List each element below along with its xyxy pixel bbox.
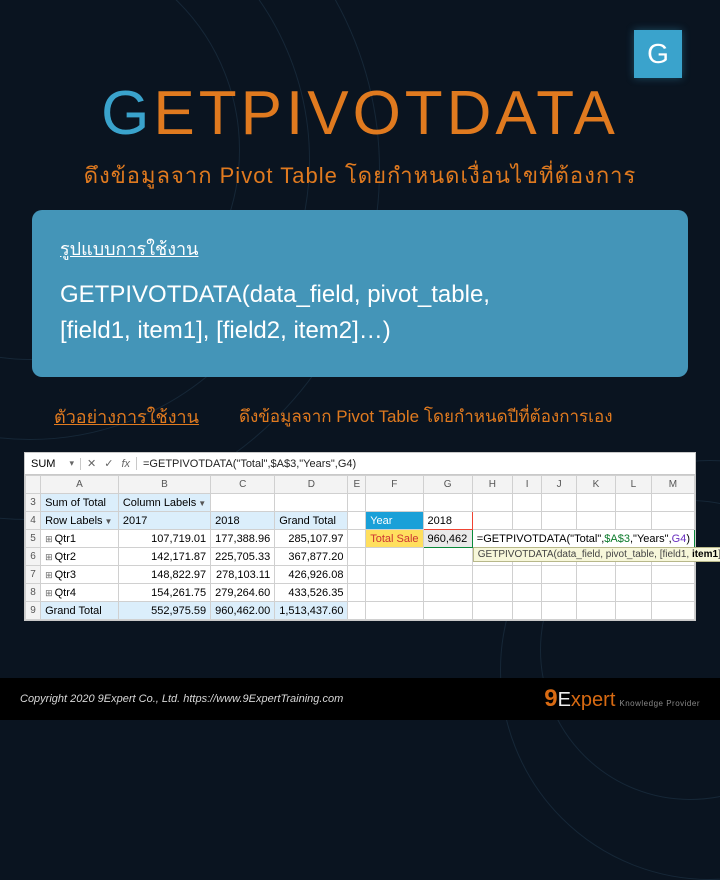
page-subtitle: ดึงข้อมูลจาก Pivot Table โดยกำหนดเงื่อนไ… [0, 158, 720, 193]
usage-label: รูปแบบการใช้งาน [60, 234, 660, 263]
excel-screenshot: SUM▾ ✕ ✓ fx =GETPIVOTDATA("Total",$A$3,"… [24, 452, 696, 621]
cancel-icon[interactable]: ✕ [87, 457, 96, 470]
title-accent: G [101, 79, 153, 148]
example-desc: ดึงข้อมูลจาก Pivot Table โดยกำหนดปีที่ต้… [239, 403, 613, 430]
name-box[interactable]: SUM▾ [25, 458, 81, 470]
logo-badge: G [634, 30, 682, 78]
example-label: ตัวอย่างการใช้งาน [54, 402, 199, 431]
footer: Copyright 2020 9Expert Co., Ltd. https:/… [0, 678, 720, 720]
enter-icon[interactable]: ✓ [104, 457, 113, 470]
usage-syntax: GETPIVOTDATA(data_field, pivot_table, [f… [60, 277, 660, 349]
fx-icon[interactable]: fx [121, 458, 130, 470]
formula-tooltip: GETPIVOTDATA(data_field, pivot_table, [f… [473, 547, 720, 562]
copyright-text: Copyright 2020 9Expert Co., Ltd. https:/… [20, 693, 343, 705]
formula-input[interactable]: =GETPIVOTDATA("Total",$A$3,"Years",G4) [137, 458, 695, 470]
formula-bar: SUM▾ ✕ ✓ fx =GETPIVOTDATA("Total",$A$3,"… [25, 453, 695, 475]
spreadsheet-grid[interactable]: A B C D E F G H I J K L M 3 Sum of Total… [25, 475, 695, 620]
page-title: GETPIVOTDATA [0, 78, 720, 149]
title-rest: ETPIVOTDATA [153, 79, 618, 148]
brand-logo: 9Expert Knowledge Provider [544, 685, 700, 713]
formula-controls: ✕ ✓ fx [81, 457, 137, 470]
example-row: ตัวอย่างการใช้งาน ดึงข้อมูลจาก Pivot Tab… [54, 402, 680, 431]
dropdown-icon[interactable]: ▾ [69, 458, 74, 469]
usage-panel: รูปแบบการใช้งาน GETPIVOTDATA(data_field,… [32, 210, 688, 377]
